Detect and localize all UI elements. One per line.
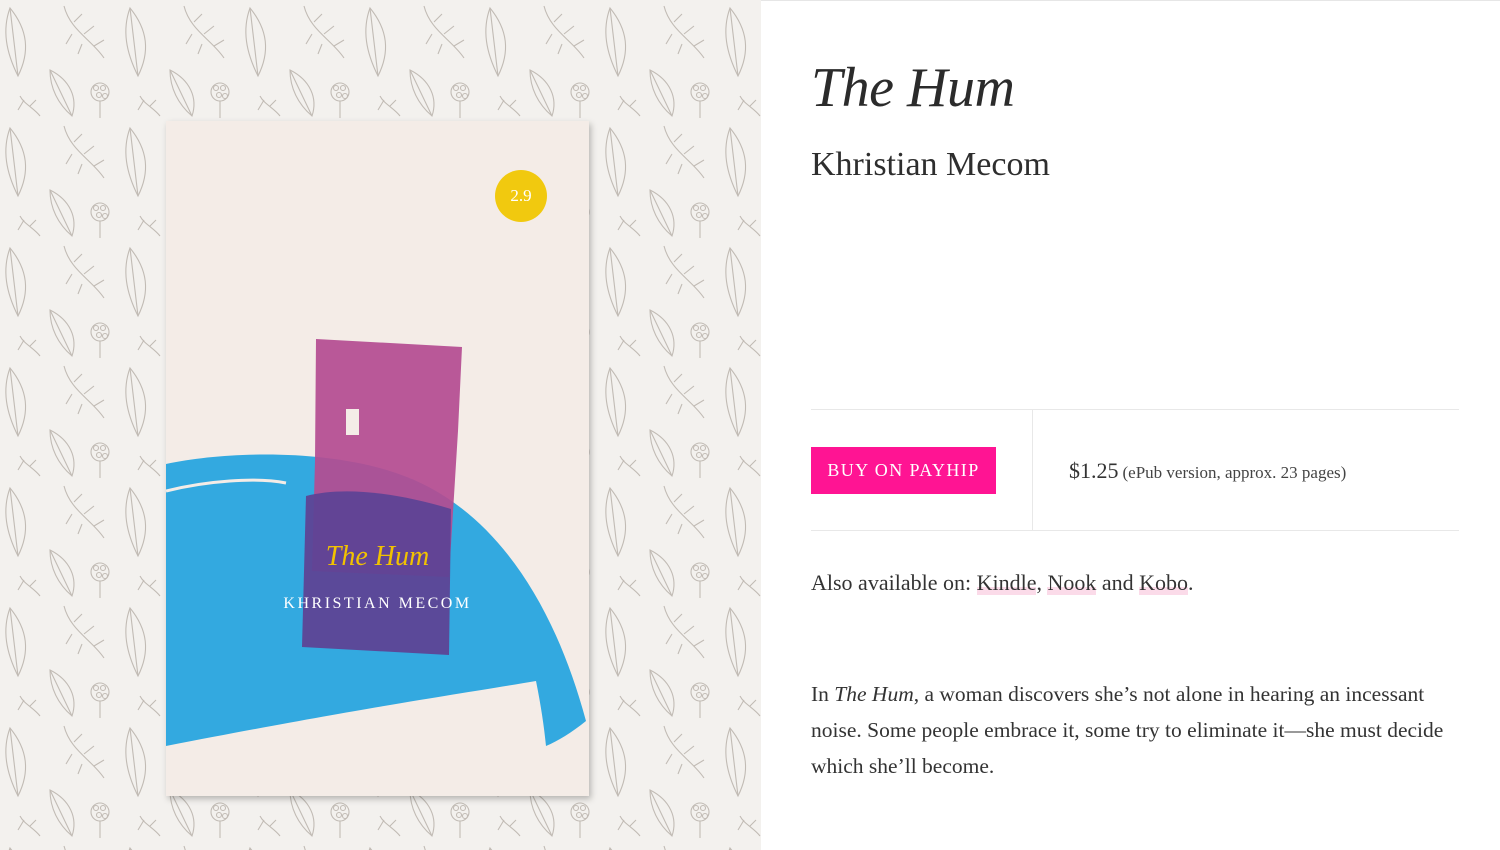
separator-and: and <box>1096 570 1140 595</box>
price: $1.25 <box>1069 458 1119 483</box>
cover-author: KHRISTIAN MECOM <box>283 595 472 612</box>
also-available: Also available on: Kindle, Nook and Kobo… <box>811 570 1194 596</box>
price-note: (ePub version, approx. 23 pages) <box>1122 463 1347 482</box>
kobo-link[interactable]: Kobo <box>1139 570 1189 595</box>
also-available-label: Also available on: <box>811 570 977 595</box>
book-author: Khristian Mecom <box>811 146 1050 183</box>
description-title: The Hum <box>834 682 914 706</box>
cover-window-mark <box>346 409 359 435</box>
book-details-panel: The Hum Khristian Mecom BUY ON PAYHIP $1… <box>811 0 1459 850</box>
price-info: $1.25 (ePub version, approx. 23 pages) <box>1069 458 1346 484</box>
cover-purple-overlap <box>302 491 451 655</box>
cover-background-panel: 2.9 The Hum KHRISTIAN MECOM <box>0 0 761 850</box>
nook-link[interactable]: Nook <box>1047 570 1097 595</box>
cover-title: The Hum <box>325 541 430 572</box>
description-prefix: In <box>811 682 835 706</box>
cover-number-badge: 2.9 <box>495 170 547 222</box>
book-title: The Hum <box>811 57 1015 119</box>
purchase-divider <box>1032 410 1033 530</box>
book-description: In The Hum, a woman discovers she’s not … <box>811 676 1451 784</box>
separator-comma: , <box>1036 570 1048 595</box>
separator-period: . <box>1188 570 1194 595</box>
book-cover: 2.9 The Hum KHRISTIAN MECOM <box>166 121 589 796</box>
kindle-link[interactable]: Kindle <box>976 570 1037 595</box>
buy-on-payhip-button[interactable]: BUY ON PAYHIP <box>811 447 996 494</box>
purchase-row: BUY ON PAYHIP $1.25 (ePub version, appro… <box>811 409 1459 531</box>
cover-artwork <box>166 339 586 746</box>
